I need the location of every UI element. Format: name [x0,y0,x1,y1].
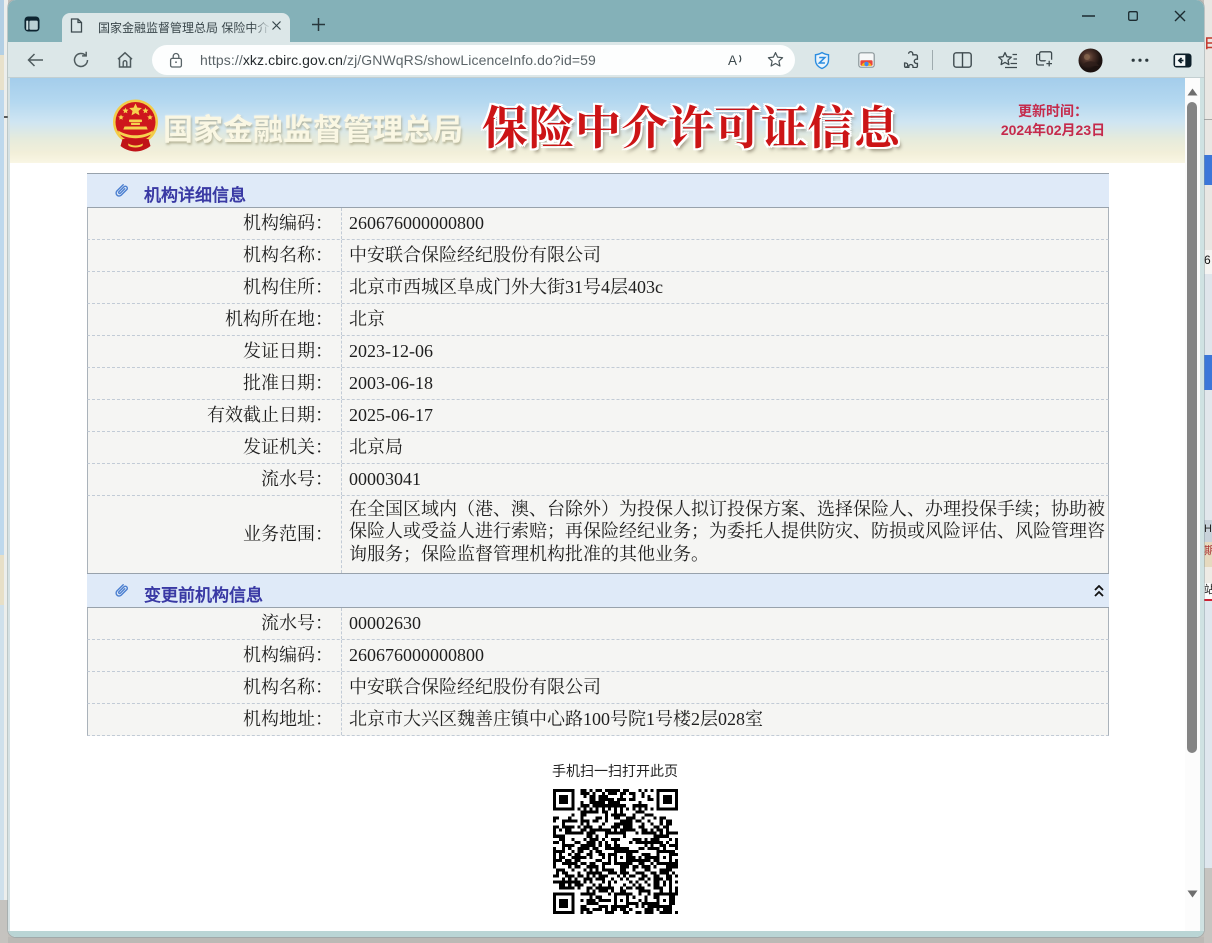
svg-text:A: A [728,53,737,68]
